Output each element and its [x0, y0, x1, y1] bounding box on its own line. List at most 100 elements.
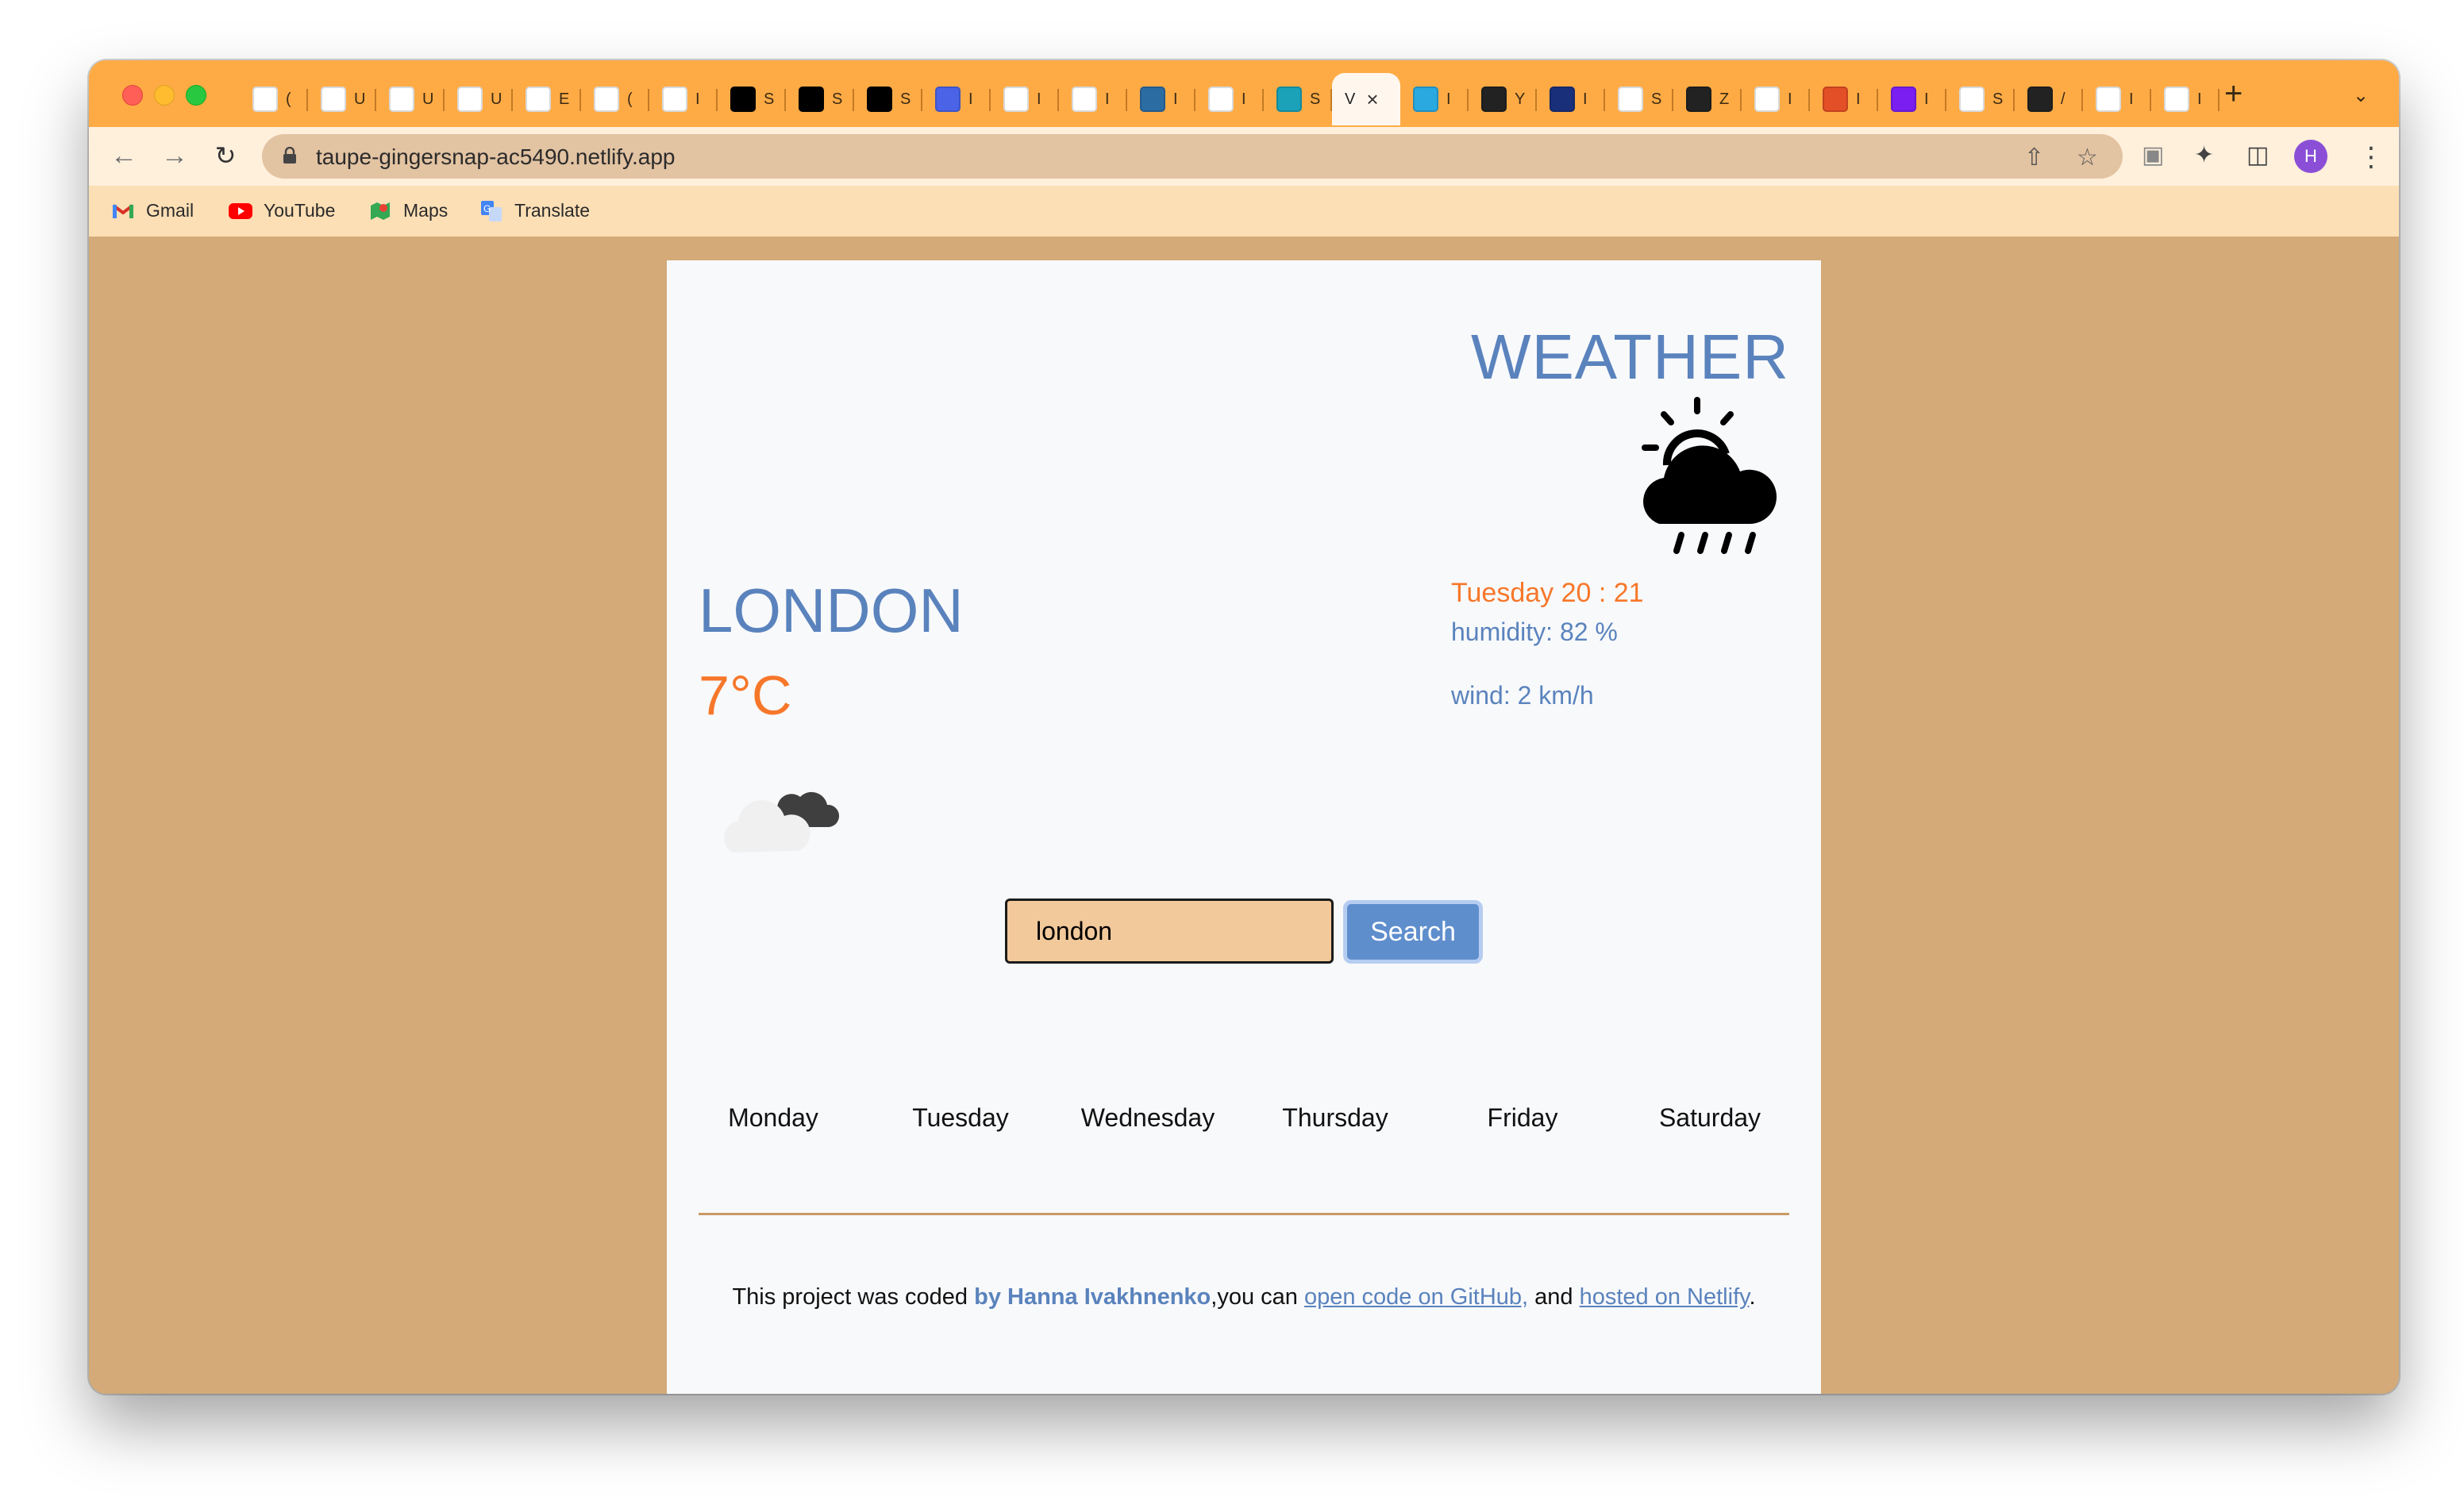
browser-tab[interactable]: I: [1400, 73, 1469, 125]
bookmark-star-icon[interactable]: ☆: [2077, 144, 2098, 171]
signature-icon: [935, 87, 961, 112]
raccoon-icon: [1481, 87, 1507, 112]
browser-tab[interactable]: I: [1059, 73, 1127, 125]
cube-icon: [1140, 87, 1165, 112]
tab-title: (: [627, 90, 633, 108]
google-icon: [2164, 87, 2189, 112]
forward-icon[interactable]: →: [159, 140, 191, 171]
browser-tab[interactable]: I: [2083, 73, 2151, 125]
browser-toolbar: ← → ↻ taupe-gingersnap-ac5490.netlify.ap…: [89, 127, 2399, 186]
share-icon[interactable]: ⇧: [2024, 144, 2044, 171]
browser-tab[interactable]: (: [581, 73, 649, 125]
tab-title: I: [1788, 90, 1792, 108]
tab-title: I: [1242, 90, 1246, 108]
browser-tab[interactable]: S: [1946, 73, 2015, 125]
tab-title: S: [900, 90, 911, 108]
tab-search-chevron-icon[interactable]: ⌄: [2353, 84, 2369, 107]
google-icon: [2096, 87, 2121, 112]
html5-icon: [1823, 87, 1848, 112]
forecast-day: Thursday: [1282, 1103, 1388, 1132]
browser-tab[interactable]: I: [1742, 73, 1810, 125]
browser-tab[interactable]: S: [1264, 73, 1332, 125]
city-name: LONDON: [699, 575, 964, 645]
browser-tab[interactable]: U: [445, 73, 513, 125]
close-window-button[interactable]: [122, 85, 143, 106]
bookmark-gmail[interactable]: Gmail: [111, 200, 194, 221]
page-viewport: WEATHER LONDON 7°C Tuesday 20: 21 humid…: [89, 237, 2399, 1394]
square-icon: [867, 87, 892, 112]
footer-prefix: This project was coded: [732, 1284, 975, 1310]
wind: wind: 2 km/h: [1451, 681, 1594, 710]
google-icon: [1754, 87, 1780, 112]
figma-icon: [389, 87, 414, 112]
browser-tab[interactable]: I: [922, 73, 991, 125]
tab-title: S: [832, 90, 843, 108]
browser-tab[interactable]: I: [2151, 73, 2220, 125]
browser-tab[interactable]: I: [1127, 73, 1195, 125]
city-search-input[interactable]: london: [1005, 899, 1334, 964]
maximize-window-button[interactable]: [186, 85, 206, 106]
figma-icon: [457, 87, 483, 112]
netlify-link[interactable]: hosted on Netlify: [1580, 1284, 1750, 1310]
back-icon[interactable]: ←: [108, 140, 140, 171]
browser-tab[interactable]: U: [376, 73, 445, 125]
minimize-window-button[interactable]: [154, 85, 175, 106]
camera-icon[interactable]: ▣: [2142, 141, 2164, 169]
tab-title: U: [354, 90, 366, 108]
browser-tab[interactable]: I: [1878, 73, 1946, 125]
browser-tab[interactable]: I: [1195, 73, 1264, 125]
bookmark-youtube[interactable]: YouTube: [229, 200, 335, 221]
tabs: (U U U E(I S S S I I I I I S V × I Y I S Z I I I S / I I: [240, 73, 2220, 125]
github-link[interactable]: open code on GitHub,: [1304, 1284, 1528, 1310]
browser-tab[interactable]: S: [786, 73, 854, 125]
browser-tab[interactable]: I: [1537, 73, 1605, 125]
browser-tab[interactable]: S: [854, 73, 922, 125]
forecast-day: Wednesday: [1080, 1103, 1215, 1132]
humidity: humidity: 82 %: [1451, 618, 1618, 646]
address-bar[interactable]: taupe-gingersnap-ac5490.netlify.app ⇧ ☆: [262, 134, 2123, 179]
search-button[interactable]: Search: [1343, 900, 1483, 964]
g-square-icon: [1686, 87, 1711, 112]
weather-card: WEATHER LONDON 7°C Tuesday 20: 21 humid…: [667, 260, 1821, 1394]
browser-tab[interactable]: S: [718, 73, 786, 125]
dots-icon: [1959, 87, 1985, 112]
square-icon: [799, 87, 824, 112]
browser-tab[interactable]: I: [991, 73, 1059, 125]
browser-tab[interactable]: E: [513, 73, 581, 125]
tab-title: S: [764, 90, 775, 108]
side-panel-icon[interactable]: ◫: [2246, 141, 2269, 169]
tab-title: I: [1583, 90, 1588, 108]
tab-title: E: [559, 90, 570, 108]
menu-icon[interactable]: ⋮: [2358, 141, 2385, 173]
thermometer-icon: [1618, 87, 1643, 112]
bootstrap-icon: [1891, 87, 1916, 112]
browser-tab[interactable]: Z: [1673, 73, 1742, 125]
browser-tab[interactable]: /: [2015, 73, 2083, 125]
figma-icon: [321, 87, 346, 112]
tab-title: (: [286, 90, 291, 108]
browser-tab[interactable]: I: [649, 73, 718, 125]
new-tab-button[interactable]: +: [2224, 78, 2243, 110]
extensions-icon[interactable]: ✦: [2194, 141, 2214, 169]
profile-avatar[interactable]: H: [2294, 140, 2327, 173]
tab-title: I: [968, 90, 973, 108]
bookmark-maps[interactable]: Maps: [368, 200, 448, 221]
forecast-day: Saturday: [1658, 1103, 1761, 1132]
close-tab-icon[interactable]: ×: [1366, 87, 1378, 112]
app-title: WEATHER: [1470, 321, 1789, 392]
browser-tab[interactable]: V ×: [1332, 73, 1400, 125]
browser-tab[interactable]: (: [240, 73, 308, 125]
tab-title: I: [695, 90, 700, 108]
landscape-icon: [526, 87, 551, 112]
browser-tab[interactable]: I: [1810, 73, 1878, 125]
browser-tab[interactable]: S: [1605, 73, 1673, 125]
tab-title: V: [1345, 90, 1356, 108]
forecast-day: Tuesday: [912, 1103, 1009, 1132]
browser-tab[interactable]: U: [308, 73, 376, 125]
bookmark-label: Gmail: [146, 200, 194, 221]
browser-tab[interactable]: Y: [1469, 73, 1537, 125]
bookmark-label: YouTube: [264, 200, 336, 221]
bookmark-translate[interactable]: G Translate: [479, 200, 590, 221]
building-icon: [662, 87, 687, 112]
reload-icon[interactable]: ↻: [210, 140, 241, 171]
